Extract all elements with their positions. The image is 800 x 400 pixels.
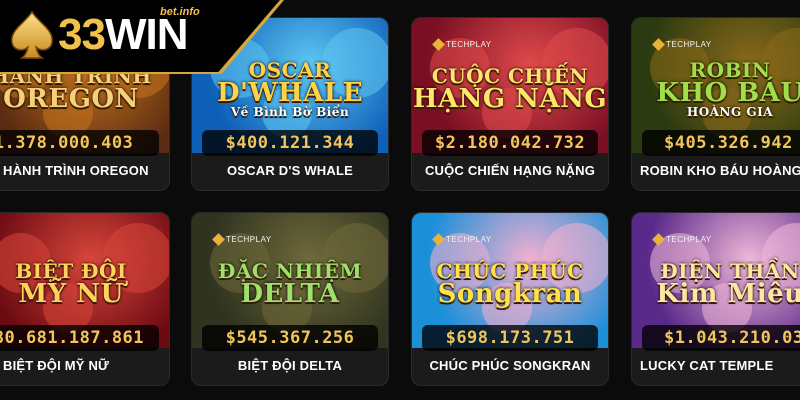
provider-name: TECHPLAY xyxy=(446,235,492,244)
game-card[interactable]: BIỆT ĐỘIMỸ NỮ$80.681.187.861BIỆT ĐỘI MỸ … xyxy=(0,212,170,386)
provider-brand: TECHPLAY xyxy=(652,233,712,246)
art-title-line-2: Kim Miêu xyxy=(656,279,800,309)
provider-name: TECHPLAY xyxy=(226,235,272,244)
techplay-logo-icon xyxy=(652,233,665,246)
techplay-logo-icon xyxy=(212,233,225,246)
art-title-line-1: BIỆT ĐỘI xyxy=(15,259,127,283)
game-card[interactable]: TECHPLAY CHÚC PHÚC Songkran $698.173.751 CHÚ… xyxy=(411,212,609,386)
provider-brand: TECHPLAY xyxy=(432,233,492,246)
provider-brand: TECHPLAY xyxy=(652,38,712,51)
art-title-line-2: D'WHALE xyxy=(216,78,364,108)
art-title-line-1: ĐẶC NHIỆM xyxy=(217,259,363,283)
game-card[interactable]: TECHPLAY ĐẶC NHIỆM DELTA $545.367.256 BIỆT Đ… xyxy=(191,212,389,386)
game-name[interactable]: ROBIN KHO BÁU HOÀNG xyxy=(632,152,800,190)
provider-brand: TECHPLAY xyxy=(212,233,272,246)
game-art-title: CHÚC PHÚC Songkran xyxy=(412,261,608,307)
logo-domain: bet.info xyxy=(160,6,200,18)
game-name[interactable]: CHÚC PHÚC SONGKRAN xyxy=(412,347,608,385)
art-title-line-2: Songkran xyxy=(437,279,583,309)
provider-name: TECHPLAY xyxy=(666,40,712,49)
game-art-title: ROBIN KHO BÁU HOÀNG GIA xyxy=(632,60,800,118)
game-art-title: ĐẶC NHIỆM DELTA xyxy=(192,261,388,307)
game-name[interactable]: OSCAR D'S WHALE xyxy=(192,152,388,190)
provider-brand: TECHPLAY xyxy=(432,38,492,51)
game-art-title: BIỆT ĐỘI MỸ NỮ xyxy=(0,261,169,307)
art-title-line-2: HẠNG NẶNG xyxy=(412,84,608,114)
provider-name: TECHPLAY xyxy=(666,235,712,244)
game-name[interactable]: LUCKY CAT TEMPLE xyxy=(632,347,800,385)
game-art-title: ĐIỆN THẦN Kim Miêu xyxy=(632,261,800,307)
game-name[interactable]: BIỆT ĐỘI MỸ NỮ xyxy=(0,347,169,385)
art-title-line-2: MỸ NỮ xyxy=(18,279,124,309)
game-card[interactable]: TECHPLAY CUỘC CHIẾN HẠNG NẶNG $2.180.042.73… xyxy=(411,17,609,191)
game-name[interactable]: HÀNH TRÌNH OREGON xyxy=(0,152,169,190)
game-card[interactable]: TECHPLAY ĐIỆN THẦN Kim Miêu $1.043.210.03 LU… xyxy=(631,212,800,386)
game-name[interactable]: CUỘC CHIẾN HẠNG NẶNG xyxy=(412,152,608,190)
logo-number: 33 xyxy=(58,10,106,59)
spade-icon xyxy=(11,10,53,59)
art-title-line-1: CHÚC PHÚC xyxy=(436,259,584,283)
art-title-line-2: KHO BÁU xyxy=(656,78,800,108)
provider-name: TECHPLAY xyxy=(446,40,492,49)
art-title-line-2: OREGON xyxy=(3,84,139,114)
techplay-logo-icon xyxy=(432,233,445,246)
art-title-line-1: CUỘC CHIẾN xyxy=(431,64,589,88)
techplay-logo-icon xyxy=(432,38,445,51)
art-title-line-1: ĐIỆN THẦN xyxy=(660,259,800,283)
game-name[interactable]: BIỆT ĐỘI DELTA xyxy=(192,347,388,385)
techplay-logo-icon xyxy=(652,38,665,51)
game-art-title: CUỘC CHIẾN HẠNG NẶNG xyxy=(412,66,608,112)
art-title-line-1: ROBIN xyxy=(689,58,771,82)
art-title-line-2: DELTA xyxy=(240,279,340,309)
game-card[interactable]: TECHPLAY ROBIN KHO BÁU HOÀNG GIA $405.326.94… xyxy=(631,17,800,191)
